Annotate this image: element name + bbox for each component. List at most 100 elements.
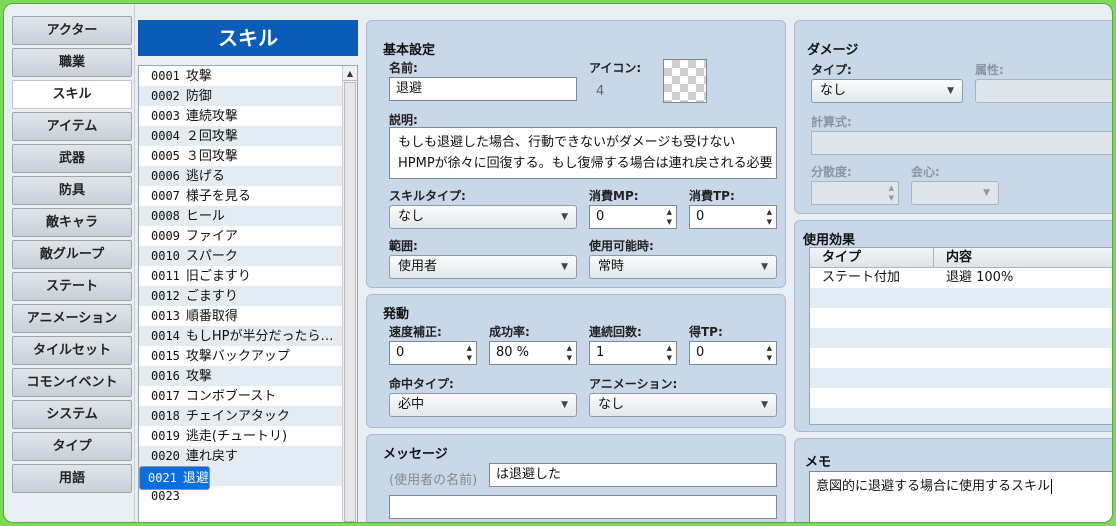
list-item[interactable]: 0011 旧ごますり (139, 266, 357, 286)
list-item[interactable]: 0009 ファイア (139, 226, 357, 246)
element-select[interactable] (975, 79, 1112, 103)
tab-1[interactable]: 職業 (12, 48, 132, 77)
tab-14[interactable]: 用語 (12, 464, 132, 493)
skill-type-value: なし (398, 209, 425, 224)
scope-label: 範囲: (389, 239, 418, 253)
formula-input[interactable] (811, 131, 1112, 155)
skill-type-select[interactable]: なし ▼ (389, 205, 577, 229)
repeat-stepper[interactable]: 1 ▲ ▼ (589, 341, 677, 365)
stepper-arrows-icon[interactable]: ▲ ▼ (467, 343, 472, 363)
table-row[interactable] (810, 348, 1112, 368)
stepper-arrows-icon[interactable]: ▲ ▼ (667, 207, 672, 227)
animation-select[interactable]: なし ▼ (589, 393, 777, 417)
list-item[interactable]: 0007 様子を見る (139, 186, 357, 206)
stepper-arrows-icon[interactable]: ▲ ▼ (567, 343, 572, 363)
table-row[interactable] (810, 408, 1112, 424)
scope-select[interactable]: 使用者 ▼ (389, 255, 577, 279)
tab-10[interactable]: タイルセット (12, 336, 132, 365)
list-item[interactable]: 0010 スパーク (139, 246, 357, 266)
tab-0[interactable]: アクター (12, 16, 132, 45)
table-row[interactable] (810, 308, 1112, 328)
text-cursor (1051, 479, 1053, 494)
occasion-value: 常時 (598, 259, 625, 274)
description-field[interactable]: もしも退避した場合、行動できないがダメージも受けない HPMPが徐々に回復する。… (389, 127, 777, 179)
item-id: 0013 (151, 309, 180, 323)
list-item[interactable]: 0021 退避 (139, 466, 210, 490)
mp-cost-stepper[interactable]: 0 ▲ ▼ (589, 205, 677, 229)
item-name: コンボブースト (185, 389, 277, 404)
list-item[interactable]: 0019 逃走(チュートリ) (139, 426, 357, 446)
list-item[interactable]: 0017 コンボブースト (139, 386, 357, 406)
tab-2[interactable]: スキル (12, 80, 132, 109)
list-item[interactable]: 0018 チェインアタック (139, 406, 357, 426)
item-name: ごますり (185, 289, 238, 304)
hit-type-select[interactable]: 必中 ▼ (389, 393, 577, 417)
effects-table[interactable]: タイプ 内容 ステート付加 退避 100% (809, 247, 1112, 425)
basic-settings-title: 基本設定 (383, 43, 436, 58)
tab-3[interactable]: アイテム (12, 112, 132, 141)
list-item[interactable]: 0008 ヒール (139, 206, 357, 226)
table-row[interactable] (810, 288, 1112, 308)
icon-index: 4 (596, 84, 605, 99)
list-scrollbar[interactable]: ▲ (342, 66, 357, 522)
table-row[interactable]: ステート付加 退避 100% (810, 268, 1112, 288)
list-item[interactable]: 0002 防御 (139, 86, 357, 106)
critical-select[interactable]: ▼ (911, 181, 999, 205)
item-name: ３回攻撃 (185, 149, 238, 164)
occasion-select[interactable]: 常時 ▼ (589, 255, 777, 279)
list-item[interactable]: 0012 ごますり (139, 286, 357, 306)
stepper-arrows-icon[interactable]: ▲ ▼ (889, 183, 894, 203)
hit-type-label: 命中タイプ: (389, 377, 454, 391)
item-name: ファイア (185, 229, 238, 244)
skill-list[interactable]: 0001 攻撃 0002 防御 0003 連続攻撃 0004 ２回攻撃 0005 ３回攻撃 0006… (138, 65, 358, 522)
hit-type-value: 必中 (398, 397, 425, 412)
list-item[interactable]: 0020 連れ戻す (139, 446, 357, 466)
table-row[interactable] (810, 368, 1112, 388)
tp-cost-stepper[interactable]: 0 ▲ ▼ (689, 205, 777, 229)
tab-12[interactable]: システム (12, 400, 132, 429)
list-item[interactable]: 0006 逃げる (139, 166, 357, 186)
item-id: 0001 (151, 69, 180, 83)
variance-stepper[interactable]: ▲ ▼ (811, 181, 899, 205)
list-item[interactable]: 0013 順番取得 (139, 306, 357, 326)
list-item[interactable]: 0014 もしHPが半分だったら… (139, 326, 357, 346)
table-row[interactable] (810, 328, 1112, 348)
tab-7[interactable]: 敵グループ (12, 240, 132, 269)
tab-8[interactable]: ステート (12, 272, 132, 301)
memo-field[interactable]: 意図的に退避する場合に使用するスキル (809, 471, 1112, 522)
success-stepper[interactable]: 80 % ▲ ▼ (489, 341, 577, 365)
tp-gain-stepper[interactable]: 0 ▲ ▼ (689, 341, 777, 365)
tab-6[interactable]: 敵キャラ (12, 208, 132, 237)
message-line-2[interactable] (389, 495, 777, 519)
scope-value: 使用者 (398, 259, 438, 274)
editor-window: アクター職業スキルアイテム武器防具敵キャラ敵グループステートアニメーション タイル… (3, 3, 1113, 523)
icon-picker[interactable] (663, 59, 707, 103)
list-item[interactable]: 0004 ２回攻撃 (139, 126, 357, 146)
list-item[interactable]: 0005 ３回攻撃 (139, 146, 357, 166)
list-item[interactable]: 0016 攻撃 (139, 366, 357, 386)
stepper-arrows-icon[interactable]: ▲ ▼ (767, 343, 772, 363)
list-item[interactable]: 0001 攻撃 (139, 66, 357, 86)
name-input[interactable]: 退避 (389, 77, 577, 101)
stepper-arrows-icon[interactable]: ▲ ▼ (667, 343, 672, 363)
list-item[interactable]: 0003 連続攻撃 (139, 106, 357, 126)
scroll-thumb[interactable] (344, 82, 356, 522)
table-row[interactable] (810, 388, 1112, 408)
damage-type-select[interactable]: なし ▼ (811, 79, 963, 103)
stepper-arrows-icon[interactable]: ▲ ▼ (767, 207, 772, 227)
column-type[interactable]: タイプ (810, 248, 934, 267)
tab-13[interactable]: タイプ (12, 432, 132, 461)
tab-5[interactable]: 防具 (12, 176, 132, 205)
tab-4[interactable]: 武器 (12, 144, 132, 173)
description-line-1: もしも退避した場合、行動できないがダメージも受けない (398, 135, 736, 150)
tab-11[interactable]: コモンイベント (12, 368, 132, 397)
tab-9[interactable]: アニメーション (12, 304, 132, 333)
critical-label: 会心: (911, 165, 940, 179)
list-item[interactable]: 0015 攻撃バックアップ (139, 346, 357, 366)
speed-label: 速度補正: (389, 325, 442, 339)
column-content[interactable]: 内容 (934, 248, 1112, 267)
success-label: 成功率: (489, 325, 530, 339)
speed-stepper[interactable]: 0 ▲ ▼ (389, 341, 477, 365)
scroll-up-icon[interactable]: ▲ (343, 66, 357, 81)
message-line-1[interactable]: は退避した (489, 463, 777, 487)
